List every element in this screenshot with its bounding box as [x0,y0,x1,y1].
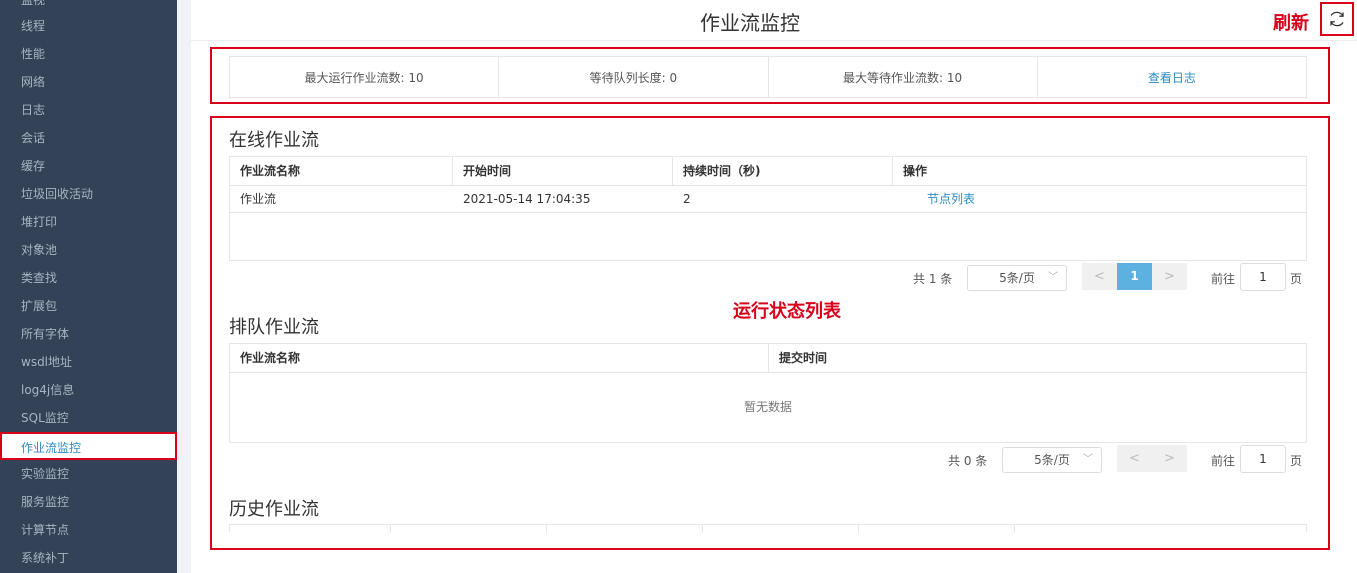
online-goto-label: 前往 [1211,272,1236,286]
view-log-cell: 查看日志 [1038,57,1306,97]
view-log-link[interactable]: 查看日志 [1148,69,1196,86]
queued-workflows-table: 作业流名称 提交时间 暂无数据 [229,343,1307,443]
online-workflows-title: 在线作业流 [229,130,319,151]
queued-page-size-select[interactable]: 5条/页 ﹀ [1002,447,1102,473]
chevron-right-icon: > [1164,451,1175,466]
sidebar-item-gc-activity[interactable]: 垃圾回收活动 [0,180,177,208]
header-divider [191,40,1357,41]
online-total-count: 共 1 条 [913,272,953,286]
start-time-cell: 2021-05-14 17:04:35 [463,192,591,206]
sidebar-item-experiment-monitor[interactable]: 实验监控 [0,460,177,488]
history-workflows-title: 历史作业流 [229,499,319,520]
stats-bar: 最大运行作业流数: 10 等待队列长度: 0 最大等待作业流数: 10 查看日志 [229,56,1307,98]
column-divider [1014,525,1015,533]
sidebar-item-workflow-monitor[interactable]: 作业流监控 [0,432,177,460]
sidebar-item-log4j[interactable]: log4j信息 [0,376,177,404]
refresh-button[interactable] [1320,2,1354,36]
empty-state-text: 暂无数据 [743,400,792,414]
column-divider [858,525,859,533]
queued-page-suffix: 页 [1290,454,1303,468]
max-waiting-stat: 最大等待作业流数: 10 [769,57,1038,97]
sidebar-item-extensions[interactable]: 扩展包 [0,292,177,320]
node-list-link[interactable]: 节点列表 [893,186,1306,212]
queue-length-stat: 等待队列长度: 0 [499,57,769,97]
sidebar-item-cache[interactable]: 缓存 [0,152,177,180]
workflow-name-cell: 作业流 [240,192,277,206]
queued-goto-label: 前往 [1211,454,1236,468]
sidebar-item-threads[interactable]: 线程 [0,12,177,40]
online-prev-page-button[interactable]: < [1082,263,1117,290]
table-header: 作业流名称 开始时间 持续时间（秒) 操作 [230,157,1306,186]
sidebar-item-compute-nodes[interactable]: 计算节点 [0,516,177,544]
column-divider [546,525,547,533]
chevron-right-icon: > [1164,269,1175,284]
refresh-annotation: 刷新 [1273,13,1309,34]
column-header[interactable]: 作业流名称 [230,157,453,185]
queued-prev-page-button[interactable]: < [1117,445,1152,472]
online-workflows-table: 作业流名称 开始时间 持续时间（秒) 操作 作业流 2021-05-14 17:… [229,156,1307,261]
sidebar-item-object-pool[interactable]: 对象池 [0,236,177,264]
column-header: 操作 [903,164,928,178]
sidebar-item-heap-dump[interactable]: 堆打印 [0,208,177,236]
column-header[interactable]: 开始时间 [453,157,673,185]
online-current-page[interactable]: 1 [1117,263,1152,290]
max-running-stat: 最大运行作业流数: 10 [230,57,500,97]
sidebar-item-logs[interactable]: 日志 [0,96,177,124]
sidebar-item-sql-monitor[interactable]: SQL监控 [0,404,177,432]
sidebar-item-fonts[interactable]: 所有字体 [0,320,177,348]
queued-goto-page-input[interactable]: 1 [1240,445,1286,473]
sidebar: 监视 线程 性能 网络 日志 会话 缓存 垃圾回收活动 堆打印 对象池 类查找 … [0,0,177,573]
chevron-down-icon: ﹀ [1048,272,1058,283]
column-header[interactable]: 作业流名称 [230,344,769,372]
column-divider [390,525,391,533]
history-workflows-table [229,524,1307,533]
chevron-down-icon: ﹀ [1083,454,1093,465]
page-size-value: 5条/页 [1034,453,1070,467]
sidebar-item-class-lookup[interactable]: 类查找 [0,264,177,292]
column-header[interactable]: 提交时间 [769,344,1306,372]
table-row: 作业流 2021-05-14 17:04:35 2 节点列表 [230,186,1306,213]
online-next-page-button[interactable]: > [1152,263,1187,290]
sidebar-gutter [177,0,191,573]
sidebar-item-sessions[interactable]: 会话 [0,124,177,152]
column-divider [702,525,703,533]
sidebar-item-network[interactable]: 网络 [0,68,177,96]
chevron-left-icon: < [1094,269,1105,284]
sidebar-item-wsdl[interactable]: wsdl地址 [0,348,177,376]
sidebar-item-performance[interactable]: 性能 [0,40,177,68]
online-page-suffix: 页 [1290,272,1303,286]
queued-next-page-button[interactable]: > [1152,445,1187,472]
queued-workflows-title: 排队作业流 [229,317,319,338]
chevron-left-icon: < [1129,451,1140,466]
sidebar-item-system-patches[interactable]: 系统补丁 [0,544,177,572]
table-header: 作业流名称 提交时间 [230,344,1306,373]
sidebar-item-service-monitor[interactable]: 服务监控 [0,488,177,516]
page-size-value: 5条/页 [999,271,1035,285]
refresh-icon [1330,11,1344,27]
column-header[interactable]: 持续时间（秒) [673,157,893,185]
page-title: 作业流监控 [700,11,800,35]
online-goto-page-input[interactable]: 1 [1240,263,1286,291]
online-page-size-select[interactable]: 5条/页 ﹀ [967,265,1067,291]
status-list-annotation: 运行状态列表 [733,301,841,322]
duration-cell: 2 [683,192,691,206]
queued-total-count: 共 0 条 [948,454,988,468]
